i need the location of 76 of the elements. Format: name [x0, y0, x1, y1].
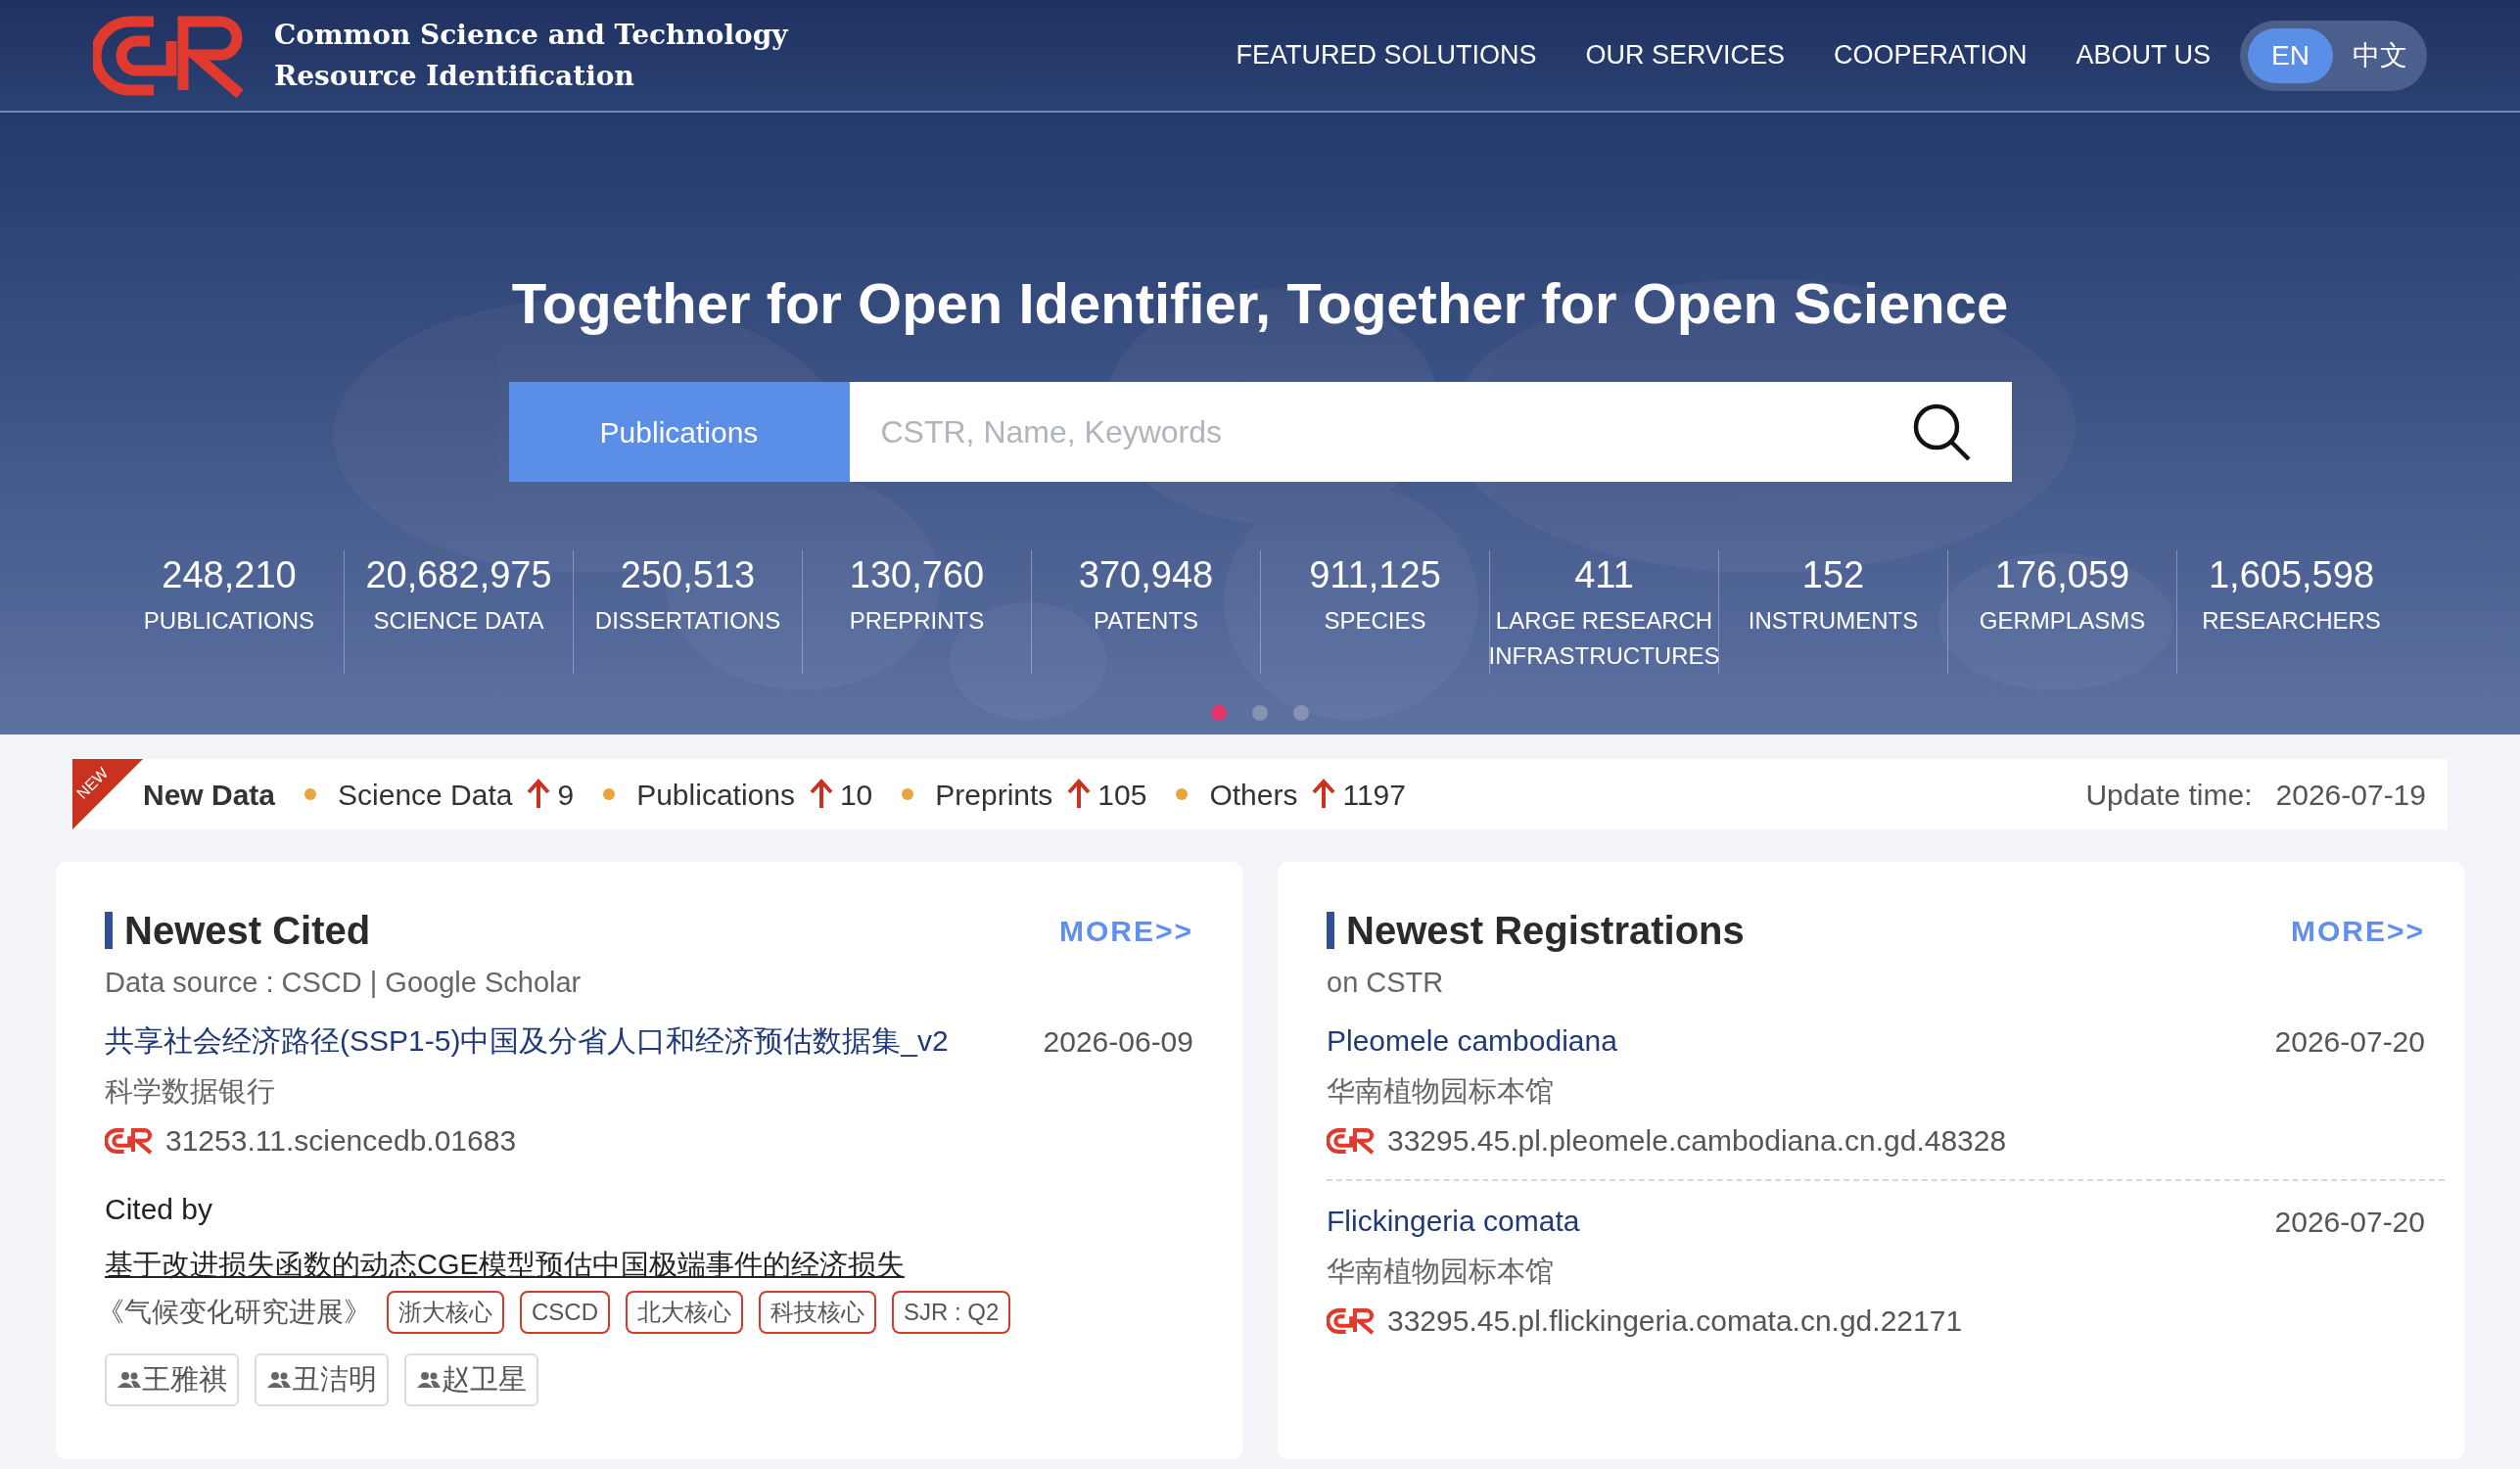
arrow-up-icon [1311, 779, 1337, 810]
index-tag: 北大核心 [626, 1291, 743, 1334]
arrow-up-icon [1066, 779, 1093, 810]
index-tag: SJR : Q2 [892, 1291, 1011, 1334]
stat-label: PUBLICATIONS [143, 606, 315, 636]
arrow-up-icon [808, 779, 834, 810]
index-tag: 科技核心 [759, 1291, 876, 1334]
site-title: Resource Identification [274, 58, 635, 94]
record-date: 2026-07-20 [2274, 1023, 2425, 1060]
author-chip[interactable]: 王雅祺 [105, 1353, 239, 1406]
nav-link[interactable]: FEATURED SOLUTIONS [1236, 35, 1537, 75]
stat-value: 1,605,598 [2208, 553, 2375, 597]
card-title: Newest Cited [124, 908, 371, 954]
stat-value: 250,513 [620, 553, 756, 597]
nav-link[interactable]: COOPERATION [1834, 35, 2028, 75]
category-label: Others [1209, 777, 1298, 813]
record-date: 2026-06-09 [1043, 1023, 1193, 1060]
data-source-note: Data source : CSCD | Google Scholar [105, 966, 583, 1000]
hero-headline: Together for Open Identifier, Together for Open Science [511, 270, 2009, 337]
index-tag: CSCD [520, 1291, 610, 1334]
count: 105 [1097, 777, 1147, 813]
count: 10 [839, 777, 873, 813]
journal-name: 《气候变化研究进展》 [97, 1296, 371, 1329]
record-link[interactable]: Pleomele cambodiana [1327, 1017, 1617, 1066]
stat-value: 130,760 [849, 553, 985, 597]
new-ribbon-icon [72, 759, 143, 829]
author-chip[interactable]: 赵卫星 [404, 1353, 538, 1406]
category-label: Preprints [935, 777, 1053, 813]
stat-label: SPECIES [1324, 606, 1426, 636]
card-title: Newest Registrations [1346, 908, 1745, 954]
title-accent-bar [1327, 912, 1334, 949]
cstr-id: 31253.11.sciencedb.01683 [165, 1123, 517, 1159]
record-link[interactable]: Flickingeria comata [1327, 1197, 1580, 1246]
new-data-title: New Data [143, 777, 276, 813]
stat-value: 248,210 [162, 553, 297, 597]
update-date: 2026-07-19 [2275, 777, 2426, 813]
stat-value: 20,682,975 [365, 553, 552, 597]
stat-label: PREPRINTS [849, 606, 985, 636]
arrow-up-icon [526, 779, 552, 810]
stat-value: 411 [1574, 553, 1634, 597]
people-icon [266, 1371, 292, 1389]
category-label: Publications [636, 777, 795, 813]
stat-value: 176,059 [1994, 553, 2130, 597]
people-icon [416, 1371, 442, 1389]
update-label: Update time: [2085, 777, 2253, 813]
index-tag: 浙大核心 [387, 1291, 504, 1334]
stat-label: SCIENCE DATA [373, 606, 544, 636]
cstr-id: 33295.45.pl.flickingeria.comata.cn.gd.22171 [1387, 1303, 1963, 1339]
stat-value: 152 [1801, 553, 1865, 597]
stat-value: 370,948 [1078, 553, 1214, 597]
publisher: 华南植物园标本馆 [1327, 1074, 1555, 1109]
stat-label: GERMPLASMS [1979, 606, 2146, 636]
stat-label: RESEARCHERS [2202, 606, 2381, 636]
publisher: 华南植物园标本馆 [1327, 1255, 1555, 1289]
category-label: Science Data [338, 777, 513, 813]
author-chip[interactable]: 丑洁明 [255, 1353, 389, 1406]
nav-link[interactable]: OUR SERVICES [1585, 35, 1786, 75]
language-option[interactable]: 中文 [2341, 27, 2419, 83]
stat-label: LARGE RESEARCH INFRASTRUCTURES [1488, 606, 1720, 671]
cited-by-label: Cited by [105, 1192, 214, 1227]
people-icon [117, 1371, 142, 1389]
stat-label: INSTRUMENTS [1748, 606, 1919, 636]
count: 1197 [1342, 777, 1406, 813]
nav-link[interactable]: ABOUT US [2076, 35, 2212, 75]
stat-label: PATENTS [1093, 606, 1199, 636]
record-link[interactable]: 共享社会经济路径(SSP1-5)中国及分省人口和经济预估数据集_v2 [105, 1017, 949, 1066]
cstr-id: 33295.45.pl.pleomele.cambodiana.cn.gd.48328 [1387, 1123, 2007, 1159]
citation-link[interactable]: 基于改进损失函数的动态CGE模型预估中国极端事件的经济损失 [105, 1242, 1193, 1287]
stat-label: DISSERTATIONS [594, 606, 781, 636]
site-title: Common Science and Technology [274, 17, 788, 53]
title-accent-bar [105, 912, 113, 949]
count: 9 [557, 777, 575, 813]
publisher: 科学数据银行 [105, 1074, 276, 1109]
record-date: 2026-07-20 [2274, 1204, 2425, 1240]
stat-value: 911,125 [1309, 553, 1441, 597]
subtitle: on CSTR [1327, 966, 1445, 1000]
